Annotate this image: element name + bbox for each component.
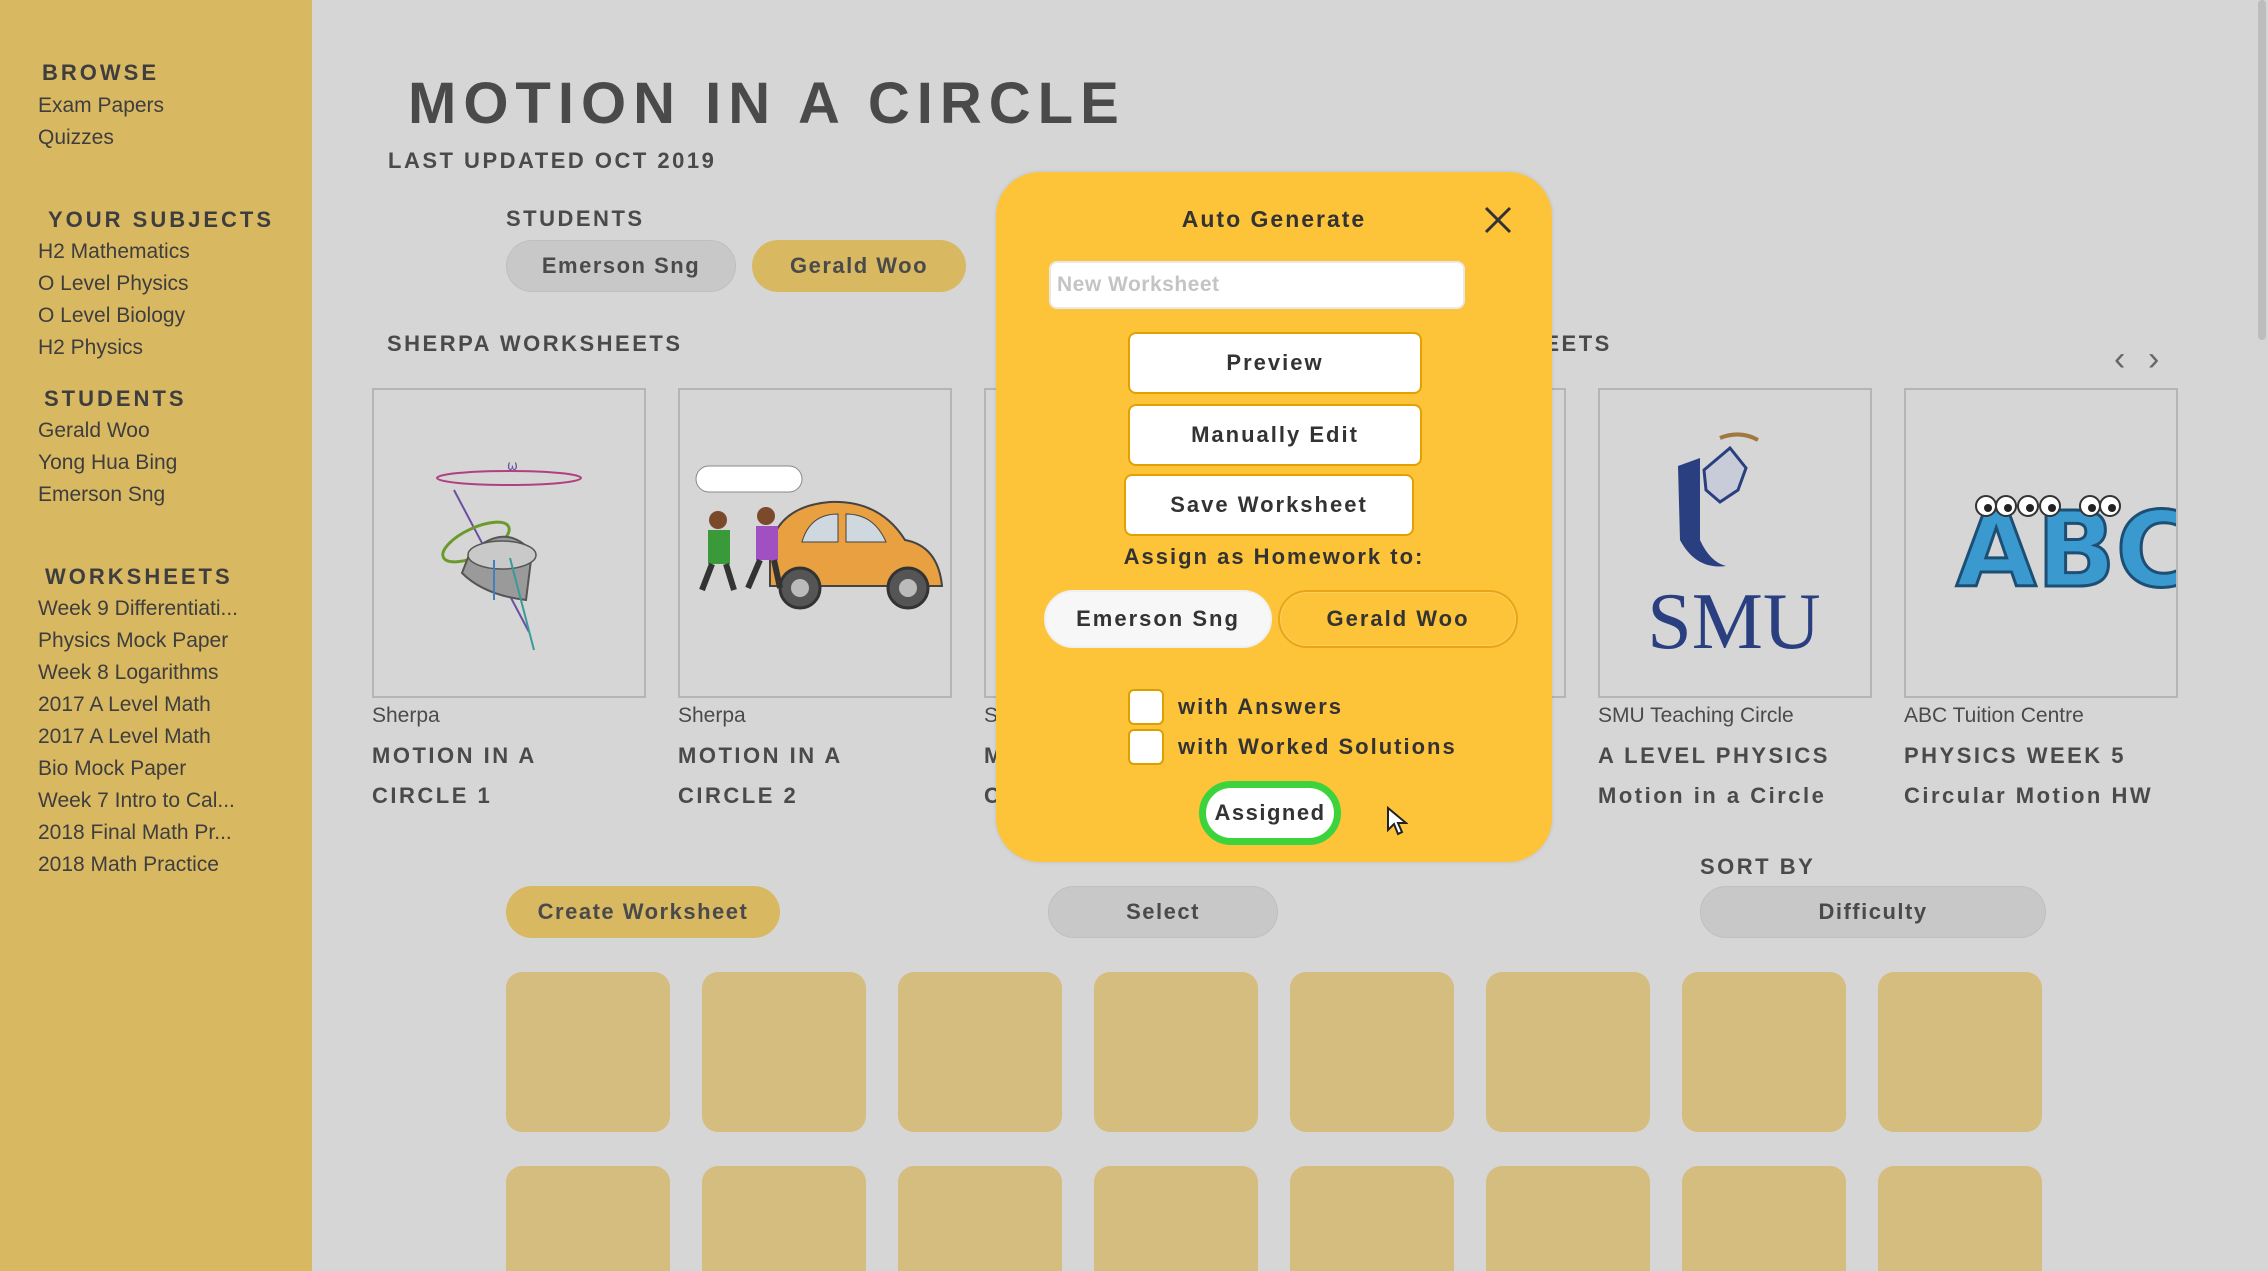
card-source: SMU Teaching Circle xyxy=(1598,704,1794,727)
assign-homework-label: Assign as Homework to: xyxy=(1123,544,1425,569)
with-answers-label: with Answers xyxy=(1178,694,1343,719)
with-solutions-label: with Worked Solutions xyxy=(1178,734,1457,759)
sidebar-heading-subjects: YOUR SUBJECTS xyxy=(48,207,275,232)
worksheet-card[interactable]: ABC xyxy=(1904,388,2178,698)
sidebar-item-worksheet[interactable]: 2018 Final Math Pr... xyxy=(38,821,232,845)
worksheet-tile[interactable] xyxy=(1486,972,1650,1132)
worksheet-tile[interactable] xyxy=(1878,1166,2042,1271)
worksheet-tile[interactable] xyxy=(1682,1166,1846,1271)
sidebar-item-worksheet[interactable]: 2017 A Level Math xyxy=(38,693,211,717)
conical-pendulum-illustration: ω xyxy=(436,459,582,651)
abc-logo: ABC xyxy=(1955,488,2177,613)
with-answers-checkbox[interactable] xyxy=(1128,689,1164,725)
sort-by-label: SORT BY xyxy=(1700,854,1816,879)
sort-dropdown[interactable]: Difficulty xyxy=(1700,886,2046,938)
students-label: STUDENTS xyxy=(506,206,645,231)
card-title: MOTION IN A CIRCLE 1 xyxy=(372,743,537,808)
sherpa-worksheets-label: SHERPA WORKSHEETS xyxy=(387,331,683,356)
sidebar-item-worksheet[interactable]: 2017 A Level Math xyxy=(38,725,211,749)
select-button[interactable]: Select xyxy=(1048,886,1278,938)
worksheet-card[interactable]: SMU xyxy=(1598,388,1872,698)
sidebar-item-student[interactable]: Yong Hua Bing xyxy=(38,451,177,475)
chevron-left-icon[interactable]: ‹ xyxy=(2114,340,2125,379)
close-icon[interactable] xyxy=(1480,202,1516,238)
last-updated: LAST UPDATED OCT 2019 xyxy=(388,148,717,173)
assign-student-gerald[interactable]: Gerald Woo xyxy=(1278,590,1518,648)
sidebar-item-worksheet[interactable]: Bio Mock Paper xyxy=(38,757,186,781)
with-solutions-checkbox[interactable] xyxy=(1128,729,1164,765)
card-title: PHYSICS WEEK 5 Circular Motion HW xyxy=(1904,743,2154,808)
card-title: MOTION IN A CIRCLE 2 xyxy=(678,743,843,808)
student-pill-emerson[interactable]: Emerson Sng xyxy=(506,240,736,292)
create-worksheet-button[interactable]: Create Worksheet xyxy=(506,886,780,938)
sidebar-heading-browse: BROWSE xyxy=(42,60,159,85)
worksheet-tile[interactable] xyxy=(898,1166,1062,1271)
worksheet-card[interactable] xyxy=(678,388,952,698)
mouse-cursor-icon xyxy=(1387,806,1408,836)
worksheet-tile[interactable] xyxy=(1094,1166,1258,1271)
smu-logo: SMU xyxy=(1647,432,1821,666)
assign-student-emerson[interactable]: Emerson Sng xyxy=(1044,590,1272,648)
svg-text:SMU: SMU xyxy=(1647,578,1820,666)
card-source: ABC Tuition Centre xyxy=(1904,704,2084,727)
sidebar-item-worksheet[interactable]: Week 8 Logarithms xyxy=(38,661,219,685)
card-source: Sherpa xyxy=(678,704,746,727)
assigned-button[interactable]: Assigned xyxy=(1199,781,1341,845)
worksheet-tile[interactable] xyxy=(506,1166,670,1271)
chevron-right-icon[interactable]: › xyxy=(2148,340,2159,379)
manually-edit-button[interactable]: Manually Edit xyxy=(1128,404,1422,466)
car-push-illustration xyxy=(695,465,944,610)
sidebar-item-subject[interactable]: H2 Mathematics xyxy=(38,240,190,264)
worksheet-tile[interactable] xyxy=(1290,1166,1454,1271)
sidebar-item-worksheet[interactable]: Week 7 Intro to Cal... xyxy=(38,789,235,813)
sidebar-item-student[interactable]: Gerald Woo xyxy=(38,419,150,443)
save-worksheet-button[interactable]: Save Worksheet xyxy=(1124,474,1414,536)
auto-generate-modal: Auto Generate Preview Manually Edit Save… xyxy=(996,172,1552,862)
worksheet-tile[interactable] xyxy=(1094,972,1258,1132)
sidebar-item-worksheet[interactable]: Week 9 Differentiati... xyxy=(38,597,238,621)
sidebar-heading-worksheets: WORKSHEETS xyxy=(45,564,233,589)
sidebar-item-subject[interactable]: H2 Physics xyxy=(38,336,143,360)
worksheet-tile[interactable] xyxy=(1290,972,1454,1132)
worksheet-card[interactable]: ω xyxy=(372,388,646,698)
svg-text:ω: ω xyxy=(507,459,518,474)
worksheet-tile[interactable] xyxy=(898,972,1062,1132)
student-pill-gerald[interactable]: Gerald Woo xyxy=(752,240,966,292)
sidebar-item-subject[interactable]: O Level Physics xyxy=(38,272,189,296)
worksheet-tile[interactable] xyxy=(506,972,670,1132)
sidebar-item-quizzes[interactable]: Quizzes xyxy=(38,126,114,150)
sidebar-heading-students: STUDENTS xyxy=(44,386,187,411)
worksheet-tile[interactable] xyxy=(1486,1166,1650,1271)
card-source: Sherpa xyxy=(372,704,440,727)
sidebar: BROWSE Exam Papers Quizzes YOUR SUBJECTS… xyxy=(0,0,312,1271)
sidebar-item-exam-papers[interactable]: Exam Papers xyxy=(38,94,164,118)
sidebar-item-worksheet[interactable]: 2018 Math Practice xyxy=(38,853,219,877)
sidebar-item-worksheet[interactable]: Physics Mock Paper xyxy=(38,629,228,653)
sidebar-item-subject[interactable]: O Level Biology xyxy=(38,304,185,328)
preview-button[interactable]: Preview xyxy=(1128,332,1422,394)
worksheet-tile[interactable] xyxy=(1682,972,1846,1132)
worksheet-tile[interactable] xyxy=(702,1166,866,1271)
scrollbar[interactable] xyxy=(2258,0,2266,340)
worksheet-tile[interactable] xyxy=(1878,972,2042,1132)
worksheet-tile[interactable] xyxy=(702,972,866,1132)
sidebar-item-student[interactable]: Emerson Sng xyxy=(38,483,165,507)
page-title: MOTION IN A CIRCLE xyxy=(408,71,1126,136)
card-title: A LEVEL PHYSICS Motion in a Circle xyxy=(1598,743,1830,808)
modal-title: Auto Generate xyxy=(1181,206,1367,232)
worksheet-name-input[interactable] xyxy=(1049,261,1465,309)
